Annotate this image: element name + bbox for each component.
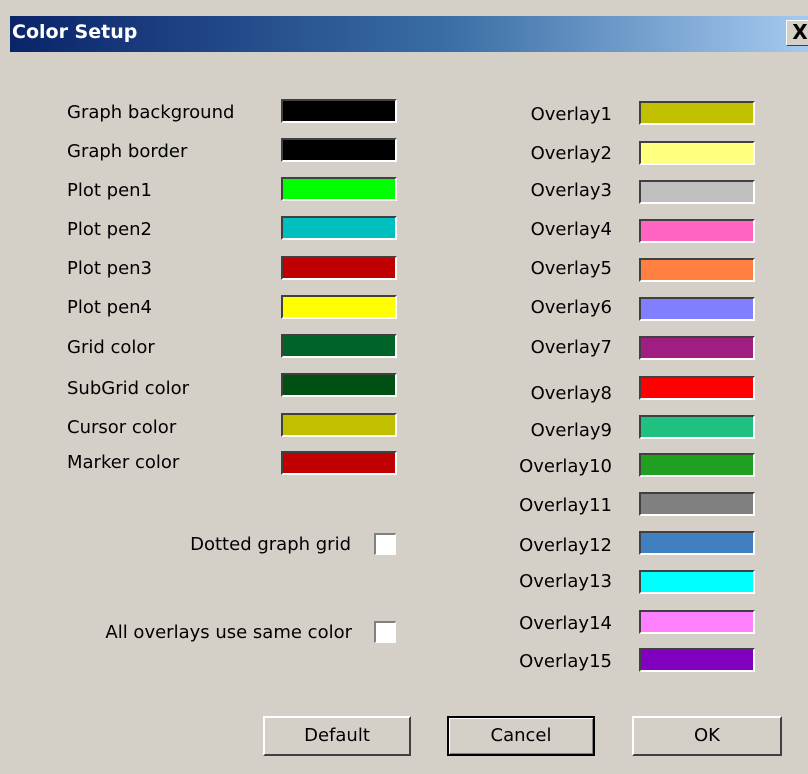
label-overlay10: Overlay10	[519, 456, 612, 477]
label-overlay15: Overlay15	[519, 651, 612, 672]
label-overlay8: Overlay8	[530, 383, 612, 404]
swatch-marker-color[interactable]	[281, 451, 397, 475]
swatch-overlay13[interactable]	[639, 570, 755, 594]
swatch-overlay2[interactable]	[639, 141, 755, 165]
label-overlay5: Overlay5	[530, 258, 612, 279]
label-graph-border: Graph border	[67, 141, 188, 162]
swatch-overlay6[interactable]	[639, 297, 755, 321]
label-overlay1: Overlay1	[530, 104, 612, 125]
label-overlay7: Overlay7	[530, 337, 612, 358]
swatch-plot-pen4[interactable]	[281, 295, 397, 319]
close-button[interactable]: X	[786, 20, 808, 46]
label-overlay11: Overlay11	[519, 495, 612, 516]
label-overlay14: Overlay14	[519, 613, 612, 634]
swatch-overlay12[interactable]	[639, 531, 755, 555]
swatch-graph-border[interactable]	[281, 138, 397, 162]
label-cursor-color: Cursor color	[67, 417, 177, 438]
label-grid-color: Grid color	[67, 337, 155, 358]
label-plot-pen3: Plot pen3	[67, 258, 153, 279]
label-overlay9: Overlay9	[530, 420, 612, 441]
label-plot-pen4: Plot pen4	[67, 297, 153, 318]
swatch-subgrid-color[interactable]	[281, 373, 397, 397]
swatch-plot-pen2[interactable]	[281, 216, 397, 240]
all-overlays-same-color-checkbox[interactable]	[374, 621, 396, 643]
swatch-graph-background[interactable]	[281, 99, 397, 123]
swatch-overlay3[interactable]	[639, 180, 755, 204]
swatch-overlay15[interactable]	[639, 648, 755, 672]
label-overlay4: Overlay4	[530, 219, 612, 240]
label-overlay12: Overlay12	[519, 535, 612, 556]
default-button[interactable]: Default	[263, 716, 411, 756]
dotted-graph-grid-checkbox[interactable]	[374, 533, 396, 555]
label-plot-pen1: Plot pen1	[67, 180, 153, 201]
swatch-plot-pen1[interactable]	[281, 177, 397, 201]
swatch-overlay8[interactable]	[639, 376, 755, 400]
close-icon: X	[792, 20, 808, 44]
swatch-overlay14[interactable]	[639, 610, 755, 634]
swatch-overlay1[interactable]	[639, 101, 755, 125]
label-plot-pen2: Plot pen2	[67, 219, 153, 240]
label-subgrid-color: SubGrid color	[67, 378, 190, 399]
label-marker-color: Marker color	[67, 452, 180, 473]
cancel-button[interactable]: Cancel	[447, 716, 595, 756]
label-overlay13: Overlay13	[519, 571, 612, 592]
swatch-cursor-color[interactable]	[281, 413, 397, 437]
swatch-overlay10[interactable]	[639, 453, 755, 477]
label-graph-background: Graph background	[67, 102, 235, 123]
title-bar[interactable]: Color Setup X	[10, 16, 808, 52]
dialog-title: Color Setup	[12, 21, 138, 43]
swatch-overlay4[interactable]	[639, 219, 755, 243]
swatch-overlay7[interactable]	[639, 336, 755, 360]
ok-button[interactable]: OK	[632, 716, 782, 756]
label-overlay3: Overlay3	[530, 180, 612, 201]
swatch-overlay5[interactable]	[639, 258, 755, 282]
label-overlay2: Overlay2	[530, 143, 612, 164]
color-setup-dialog: Color Setup X Graph background Graph bor…	[0, 0, 808, 774]
label-all-overlays-same-color: All overlays use same color	[105, 622, 352, 643]
label-overlay6: Overlay6	[530, 297, 612, 318]
swatch-overlay9[interactable]	[639, 415, 755, 439]
swatch-overlay11[interactable]	[639, 492, 755, 516]
swatch-plot-pen3[interactable]	[281, 256, 397, 280]
label-dotted-graph-grid: Dotted graph grid	[190, 534, 351, 555]
swatch-grid-color[interactable]	[281, 334, 397, 358]
